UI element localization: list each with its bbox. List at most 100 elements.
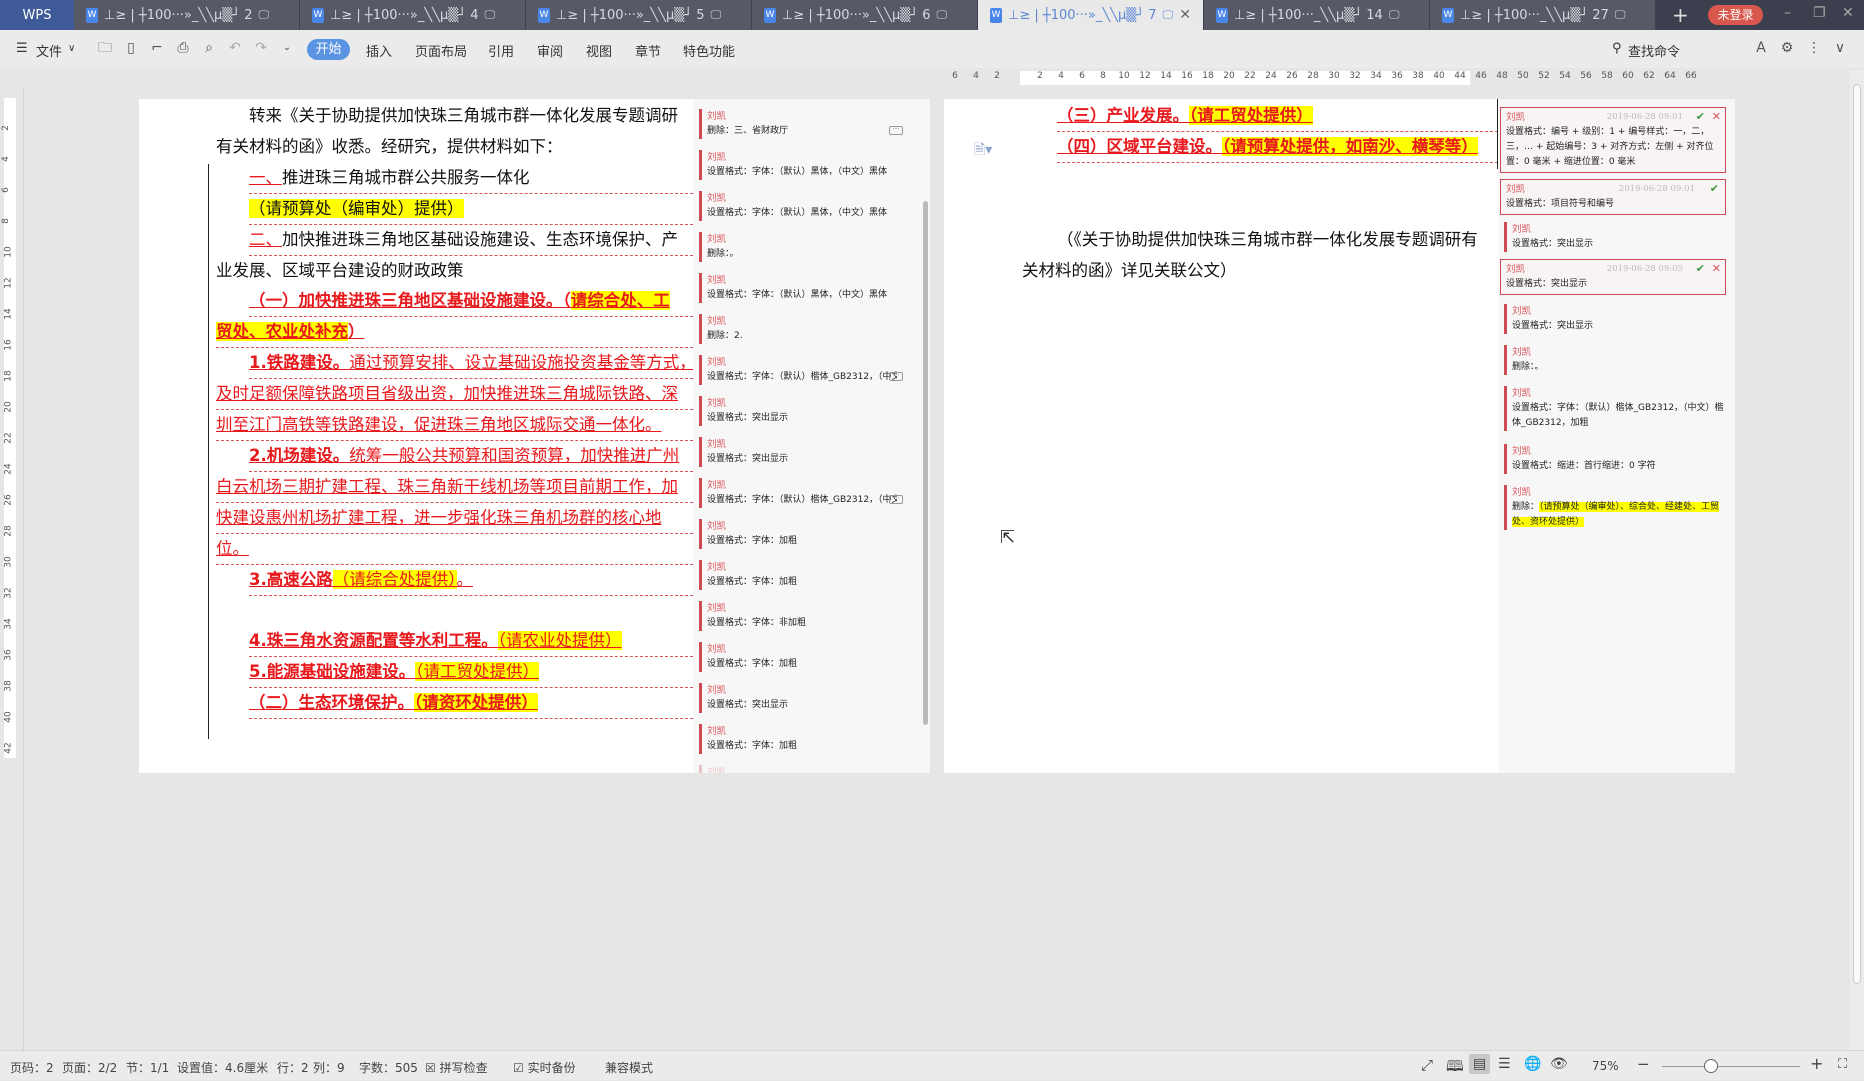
document-tab[interactable]: W ⊥≥ | ┼100···»_╲╲µ▒┘ 7 🖵 ✕ (978, 0, 1204, 30)
tab-page-layout[interactable]: 页面布局 (415, 41, 467, 60)
revision-balloon[interactable]: 刘凯 设置格式：突出显示 (699, 396, 921, 426)
wps-logo[interactable]: WPS (0, 0, 74, 30)
revision-balloon[interactable]: 刘凯 删除：。 (699, 232, 921, 262)
search-command[interactable]: 查找命令 (1628, 41, 1680, 60)
text-line[interactable]: 二、加快推进珠三角地区基础设施建设、生态环境保护、产 (249, 229, 678, 253)
revision-balloon[interactable]: 刘凯 设置格式：编号 + 级别：1 + 编号样式：一，二，三，… + 起始编号：3… (1500, 107, 1726, 173)
text-line[interactable]: （三）产业发展。（请工贸处提供） (1057, 105, 1313, 129)
outline-view-icon[interactable]: ☰ (1498, 1056, 1511, 1072)
revision-balloon[interactable]: 刘凯 设置格式：字体：（默认）楷体_GB2312，（中文）楷体_GB2312，加粗 (1504, 386, 1726, 431)
tab-view[interactable]: 视图 (586, 41, 612, 60)
text-line[interactable]: （一）加快推进珠三角地区基础设施建设。（请综合处、工 (249, 290, 670, 314)
zoom-slider-handle[interactable] (1704, 1059, 1718, 1073)
fullscreen-icon[interactable]: ⤢ (1421, 1056, 1433, 1074)
revision-balloon[interactable]: 刘凯 删除：三、省财政厅 ··· (699, 109, 921, 139)
print-preview-icon[interactable]: ⌕ (201, 40, 217, 56)
page-view-icon[interactable]: ▤ (1469, 1054, 1491, 1074)
revision-balloon[interactable]: 刘凯 设置格式：项目符号和编号 2019-06-28 09:01 ✔ (1500, 179, 1726, 215)
close-tab-icon[interactable]: ✕ (1179, 7, 1191, 23)
text-line[interactable]: 3.高速公路（请综合处提供）。 (249, 569, 473, 593)
accept-change-icon[interactable]: ✔ (1696, 109, 1705, 124)
revision-pane-scrollbar[interactable] (923, 201, 928, 725)
revision-balloon[interactable]: 刘凯 设置格式：字体：（默认）黑体，（中文）黑体 (699, 191, 921, 221)
print-icon[interactable]: ⎙ (175, 40, 191, 56)
revision-balloon[interactable]: 刘凯 删除：2. (699, 314, 921, 344)
save-icon[interactable]: ▯ (123, 40, 139, 56)
revision-balloon[interactable]: 刘凯 设置格式：字体：（默认）黑体，（中文）黑体 (699, 150, 921, 180)
revision-balloon[interactable]: 刘凯 设置格式：突出显示 (699, 437, 921, 467)
text-line[interactable]: （请预算处（编审处）提供） (249, 198, 464, 222)
text-line[interactable]: 圳至江门高铁等铁路建设，促进珠三角地区城际交通一体化。 (216, 414, 662, 438)
text-line[interactable]: 位。 (216, 538, 249, 562)
gear-icon[interactable]: ⚙ (1779, 40, 1795, 56)
text-line[interactable]: （四）区域平台建设。（请预算处提供，如南沙、横琴等） (1057, 136, 1478, 160)
reject-change-icon[interactable]: ✕ (1712, 109, 1721, 124)
close-window-button[interactable]: ✕ (1842, 5, 1854, 21)
tab-references[interactable]: 引用 (488, 41, 514, 60)
text-line[interactable]: 贸处、农业处补充） (216, 321, 365, 345)
tab-start[interactable]: 开始 (307, 39, 350, 60)
read-mode-icon[interactable]: 🕮 (1446, 1056, 1464, 1081)
text-line[interactable]: （二）生态环境保护。（请资环处提供） (249, 692, 538, 716)
more-options-icon[interactable]: ··· (889, 126, 903, 135)
text-line[interactable]: （《关于协助提供加快珠三角城市群一体化发展专题调研有 (1057, 229, 1478, 253)
undo-icon[interactable]: ↶ (227, 40, 243, 56)
tab-chapter[interactable]: 章节 (635, 41, 661, 60)
new-tab-button[interactable]: + (1672, 3, 1689, 27)
text-line[interactable]: 白云机场三期扩建工程、珠三角新干线机场等项目前期工作，加 (216, 476, 678, 500)
search-icon[interactable]: ⚲ (1612, 41, 1622, 56)
chevron-down-icon[interactable]: ∨ (68, 43, 75, 54)
file-menu[interactable]: 文件 (36, 41, 62, 60)
menu-icon[interactable]: ☰ (16, 41, 28, 56)
document-tab[interactable]: W ⊥≥ | ┼100···»_╲╲µ▒┘ 2 🖵 (74, 0, 300, 30)
backup-toggle[interactable]: ☑ 实时备份 (513, 1059, 576, 1076)
text-line[interactable]: 关材料的函》详见关联公文） (1022, 260, 1237, 284)
revision-balloon[interactable]: 刘凯 设置格式：突出显示 (699, 683, 921, 713)
page-2[interactable]: （三）产业发展。（请工贸处提供） （四）区域平台建设。（请预算处提供，如南沙、横琴… (944, 99, 1735, 773)
text-line[interactable]: 4.珠三角水资源配置等水利工程。（请农业处提供） (249, 630, 622, 654)
text-line[interactable]: 业发展、区域平台建设的财政政策 (216, 260, 464, 284)
tab-review[interactable]: 审阅 (537, 41, 563, 60)
horizontal-ruler[interactable]: 6 4 2 2 4 6 8 10 12 14 16 18 20 22 24 26 28 30 32 34 36 38 40 4… (0, 68, 1864, 88)
redo-icon[interactable]: ↷ (253, 40, 269, 56)
open-icon[interactable]: 🗀 (97, 40, 113, 56)
revision-balloon[interactable]: 刘凯 设置格式：缩进：首行缩进：0 字符 (1504, 444, 1726, 474)
more-icon[interactable]: ⋮ (1806, 40, 1822, 56)
paste-options-icon[interactable]: 🗎▾ (974, 139, 992, 163)
word-count[interactable]: 字数：505 (359, 1059, 418, 1076)
text-line[interactable]: 快建设惠州机场扩建工程，进一步强化珠三角机场群的核心地 (216, 507, 662, 531)
vertical-ruler[interactable]: 2 4 6 8 10 12 14 16 18 20 22 24 26 28 30 32 34 36 38 40 42 (0, 88, 24, 1050)
revision-balloon[interactable]: 刘凯 设置格式：字体：非加粗 (699, 601, 921, 631)
revision-balloon[interactable]: 刘凯 设置格式：字体：（默认）楷体_GB2312，（中文 ··· (699, 355, 921, 385)
revision-balloon[interactable]: 刘凯 设置格式：突出显示 (1504, 304, 1726, 334)
fit-window-icon[interactable]: ⛶ (1838, 1057, 1847, 1072)
spell-check-toggle[interactable]: ☒ 拼写检查 (425, 1059, 488, 1076)
restore-button[interactable]: ❐ (1813, 5, 1826, 21)
reject-change-icon[interactable]: ✕ (1712, 261, 1721, 276)
ai-icon[interactable]: A (1753, 40, 1769, 56)
revision-balloon[interactable]: 刘凯 设置格式：字体：加粗 (699, 519, 921, 549)
eye-protection-icon[interactable]: 👁 (1550, 1056, 1568, 1072)
accept-change-icon[interactable]: ✔ (1710, 181, 1719, 196)
login-button[interactable]: 未登录 (1708, 5, 1763, 25)
text-line[interactable]: 一、推进珠三角城市群公共服务一体化 (249, 167, 530, 191)
revision-balloon[interactable]: 刘凯 设置格式：字体：加粗 (699, 724, 921, 754)
vertical-scrollbar[interactable] (1850, 70, 1864, 1050)
web-view-icon[interactable]: 🌐 (1524, 1056, 1541, 1072)
revision-balloon[interactable]: 刘凯 删除：（请预算处（编审处）、综合处、经建处、工贸处、资环处提供） (1504, 485, 1726, 530)
text-line[interactable]: 2.机场建设。统筹一般公共预算和国资预算，加快推进广州 (249, 445, 679, 469)
text-line[interactable]: 5.能源基础设施建设。（请工贸处提供） (249, 661, 539, 685)
document-tab[interactable]: W ⊥≥ | ┼100···_╲╲µ▒┘ 14 🖵 (1204, 0, 1430, 30)
document-tab[interactable]: W ⊥≥ | ┼100···»_╲╲µ▒┘ 4 🖵 (300, 0, 526, 30)
zoom-in-button[interactable]: + (1810, 1054, 1823, 1073)
minimize-button[interactable]: – (1784, 5, 1791, 21)
more-options-icon[interactable]: ··· (889, 372, 903, 381)
format-painter-icon[interactable]: ⌐ (149, 40, 165, 56)
revision-balloon[interactable]: 刘凯 设置格式：突出显示 (1504, 222, 1726, 252)
document-tab[interactable]: W ⊥≥ | ┼100···»_╲╲µ▒┘ 6 🖵 (752, 0, 978, 30)
revision-balloon[interactable]: 刘凯 删除：。 (1504, 345, 1726, 375)
accept-change-icon[interactable]: ✔ (1696, 261, 1705, 276)
zoom-slider[interactable] (1662, 1066, 1800, 1067)
zoom-level[interactable]: 75% (1592, 1059, 1619, 1073)
text-line[interactable]: 及时足额保障铁路项目省级出资，加快推进珠三角城际铁路、深 (216, 383, 678, 407)
